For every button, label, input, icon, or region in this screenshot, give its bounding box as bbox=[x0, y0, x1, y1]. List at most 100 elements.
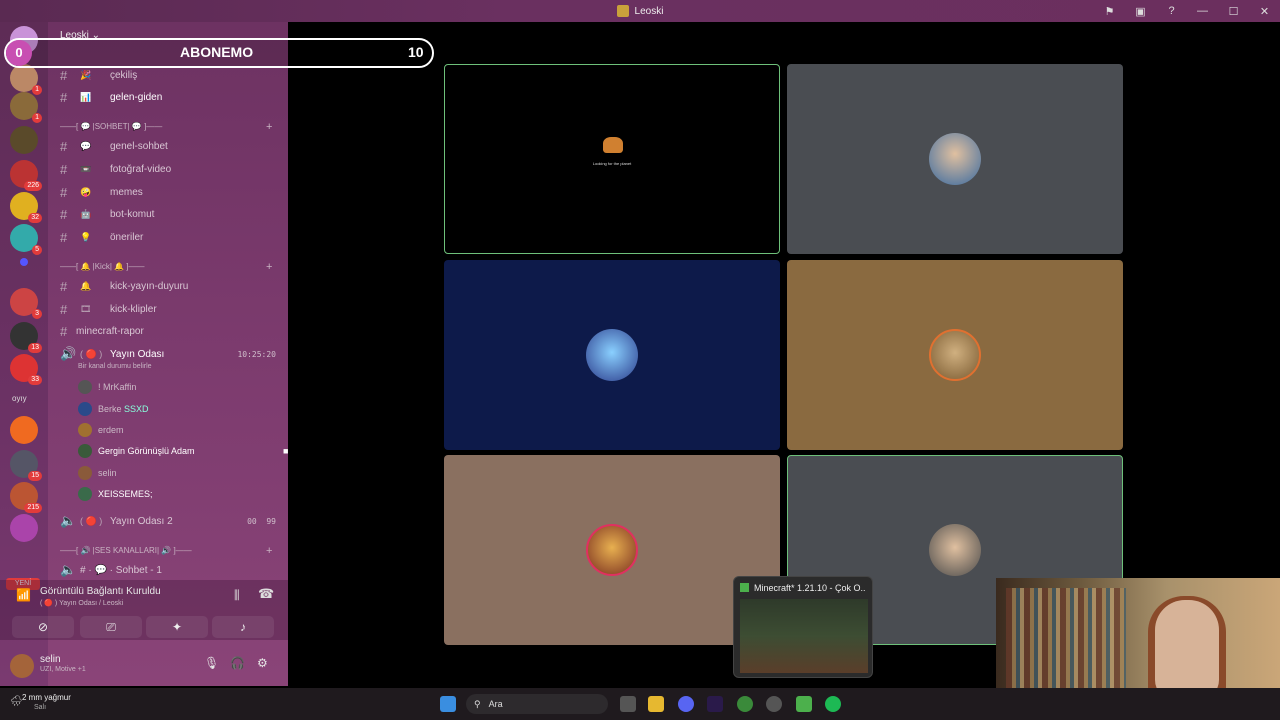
hash-icon: # bbox=[60, 278, 68, 294]
search-box[interactable]: ⚲ Ara bbox=[466, 694, 608, 714]
server-icon[interactable]: 5 bbox=[10, 224, 42, 255]
video-tile[interactable] bbox=[787, 260, 1123, 450]
screen-share-icon: ⎚ bbox=[106, 619, 116, 634]
settings-gear-icon[interactable]: ⚙ bbox=[257, 656, 268, 670]
channel-item[interactable]: # 🔔 kick-yayın-duyuru bbox=[60, 277, 188, 295]
minecraft-taskbar-icon[interactable] bbox=[796, 696, 812, 712]
maximize-button[interactable]: ☐ bbox=[1218, 5, 1249, 18]
user-name[interactable]: selin bbox=[40, 654, 61, 665]
add-channel-icon[interactable]: + bbox=[266, 121, 272, 133]
add-channel-icon[interactable]: + bbox=[266, 261, 272, 273]
start-icon[interactable] bbox=[440, 696, 456, 712]
overlay-counter-left: 0 bbox=[6, 40, 32, 66]
category-ses[interactable]: ——[ 🔊 |SES KANALLARI| 🔊 ]—— + bbox=[60, 545, 272, 557]
unread-badge: 13 bbox=[28, 343, 42, 353]
file-explorer-icon[interactable] bbox=[648, 696, 664, 712]
weather-text[interactable]: 2 mm yağmur bbox=[22, 693, 71, 702]
server-icon[interactable]: 3 bbox=[10, 288, 42, 319]
server-icon[interactable] bbox=[10, 514, 38, 542]
help-icon[interactable]: ? bbox=[1156, 5, 1187, 17]
user-avatar[interactable] bbox=[10, 654, 34, 678]
activities-button[interactable]: ✦ bbox=[146, 616, 208, 638]
channel-item[interactable]: # 💬 genel-sohbet bbox=[60, 137, 168, 155]
video-tile[interactable] bbox=[444, 455, 780, 645]
server-icon[interactable] bbox=[10, 126, 38, 154]
server-icon[interactable]: 33 bbox=[10, 354, 42, 385]
window-controls: ⚑ ▣ ? — ☐ ✕ bbox=[1094, 0, 1280, 22]
speaker-icon: 🔊 bbox=[60, 346, 77, 361]
voice-channel-yayin-odasi-2[interactable]: 🔈 ( 🔴 ) Yayın Odası 2 00 99 bbox=[60, 512, 288, 530]
screen-icon[interactable]: ▣ bbox=[1125, 5, 1156, 18]
user-panel: selin UZI, Motive +1 🎙 🎧 ⚙ bbox=[0, 648, 288, 686]
connection-channel[interactable]: ( 🔴 ) Yayın Odası / Leoski bbox=[40, 599, 123, 607]
channel-item[interactable]: # 💡 öneriler bbox=[60, 228, 143, 246]
voice-user[interactable]: selin bbox=[78, 464, 117, 482]
premiere-icon[interactable] bbox=[707, 696, 723, 712]
preview-thumbnail[interactable] bbox=[740, 599, 868, 673]
server-dot[interactable] bbox=[20, 258, 28, 266]
voice-user[interactable]: Gergin Görünüşlü Adam ■ bbox=[78, 442, 328, 460]
server-icon[interactable] bbox=[10, 416, 38, 444]
close-button[interactable]: ✕ bbox=[1249, 5, 1280, 18]
add-channel-icon[interactable]: + bbox=[266, 545, 272, 557]
server-icon[interactable]: 226 bbox=[10, 160, 42, 191]
category-sohbet[interactable]: ——[ 💬 |SOHBET| 💬 ]—— + bbox=[60, 121, 272, 133]
server-text-item[interactable]: oyıy bbox=[12, 394, 27, 403]
camera-off-button[interactable]: ⊘ bbox=[12, 616, 74, 638]
server-icon[interactable]: 13 bbox=[10, 322, 42, 353]
screen: Leoski ⚑ ▣ ? — ☐ ✕ 1 1 226 32 5 3 13 33 … bbox=[0, 0, 1280, 720]
video-tile[interactable] bbox=[787, 64, 1123, 254]
channel-item[interactable]: # minecraft-rapor bbox=[60, 322, 144, 340]
user-status: UZI, Motive +1 bbox=[40, 666, 86, 673]
tile-note: Looking for the planet bbox=[592, 161, 632, 166]
channel-item[interactable]: # 🤖 bot-komut bbox=[60, 205, 154, 223]
category-kick[interactable]: ——[ 🔔 |Kick| 🔔 ]—— + bbox=[60, 261, 272, 273]
signal-icon[interactable]: 📶 bbox=[16, 588, 31, 602]
voice-user[interactable]: ! MrKaffin bbox=[78, 378, 136, 396]
video-tile[interactable]: Looking for the planet bbox=[444, 64, 780, 254]
voice-user[interactable]: erdem bbox=[78, 421, 124, 439]
server-icon[interactable]: 215 bbox=[10, 482, 42, 513]
avatar bbox=[586, 329, 638, 381]
voice-channel-yayin-odasi[interactable]: 🔊 ( 🔴 ) Yayın Odası 10:25:20 bbox=[60, 345, 288, 363]
speaker-icon: 🔈 bbox=[60, 562, 77, 577]
voice-user[interactable]: XEISSEMES; bbox=[78, 485, 153, 503]
window-titlebar: Leoski ⚑ ▣ ? — ☐ ✕ bbox=[0, 0, 1280, 22]
avatar bbox=[929, 524, 981, 576]
obs-icon[interactable] bbox=[766, 696, 782, 712]
avatar bbox=[929, 329, 981, 381]
chrome-icon[interactable] bbox=[737, 696, 753, 712]
soundboard-icon: ♪ bbox=[240, 620, 246, 634]
taskbar-preview-popup[interactable]: Minecraft* 1.21.10 - Çok O... bbox=[733, 576, 873, 678]
channel-item[interactable]: # 📊 gelen-giden bbox=[60, 88, 162, 106]
minimize-button[interactable]: — bbox=[1187, 5, 1218, 17]
inbox-icon[interactable]: ⚑ bbox=[1094, 5, 1125, 18]
server-icon[interactable]: 1 bbox=[10, 64, 42, 95]
disconnect-icon[interactable]: ☎ bbox=[258, 586, 274, 602]
unread-badge: 1 bbox=[32, 113, 42, 123]
preview-title: Minecraft* 1.21.10 - Çok O... bbox=[754, 583, 866, 593]
channel-item[interactable]: # 📼 fotoğraf-video bbox=[60, 160, 171, 178]
spotify-icon[interactable] bbox=[825, 696, 841, 712]
server-icon[interactable]: 1 bbox=[10, 92, 42, 123]
share-screen-button[interactable]: ⎚ bbox=[80, 616, 142, 638]
soundboard-button[interactable]: ♪ bbox=[212, 616, 274, 638]
headphones-icon[interactable]: 🎧 bbox=[230, 656, 245, 670]
voice-user[interactable]: Berke SSXD bbox=[78, 400, 149, 418]
channel-status[interactable]: Bir kanal durumu belirle bbox=[78, 363, 152, 370]
server-icon[interactable]: 15 bbox=[10, 450, 42, 481]
channel-item[interactable]: # 🎞 kick-klipler bbox=[60, 300, 157, 318]
voice-channel-sohbet-1[interactable]: 🔈 # · 💬 · Sohbet - 1 bbox=[60, 561, 162, 579]
weather-icon[interactable]: 🌧 bbox=[10, 696, 23, 707]
noise-suppression-icon[interactable]: ⫼ bbox=[234, 588, 240, 603]
channel-item[interactable]: # 🎉 çekiliş bbox=[60, 66, 137, 84]
video-tile[interactable] bbox=[444, 260, 780, 450]
search-icon: ⚲ bbox=[474, 698, 481, 709]
channel-item[interactable]: # 🤪 memes bbox=[60, 183, 143, 201]
camera-icon: ■ bbox=[283, 446, 289, 456]
discord-icon[interactable] bbox=[678, 696, 694, 712]
task-view-icon[interactable] bbox=[620, 696, 636, 712]
hash-icon: # bbox=[60, 229, 68, 245]
microphone-icon[interactable]: 🎙 bbox=[204, 656, 219, 670]
server-icon[interactable]: 32 bbox=[10, 192, 42, 223]
